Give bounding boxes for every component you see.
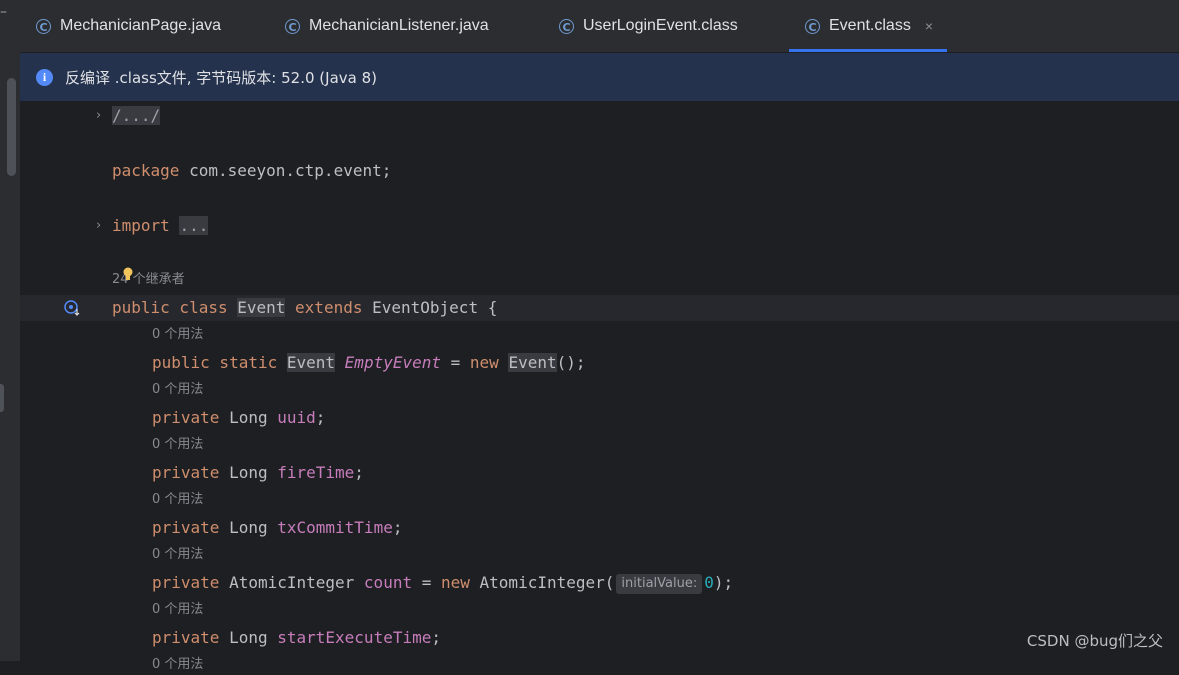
- expand-fold-icon[interactable]: ›: [96, 213, 101, 239]
- field-modifiers: private: [152, 573, 230, 592]
- usage-hint[interactable]: 0 个用法: [152, 325, 203, 345]
- tab-label: Event.class: [829, 17, 911, 34]
- number-literal: 0: [704, 573, 714, 592]
- field-line: public static Event EmptyEvent = new Eve…: [152, 350, 586, 376]
- field-name[interactable]: count: [364, 573, 412, 592]
- field-type[interactable]: Long: [229, 463, 277, 482]
- tab-label: UserLoginEvent.class: [583, 17, 738, 34]
- header-fold-line[interactable]: /.../: [112, 103, 161, 129]
- field-type[interactable]: Event: [286, 353, 336, 372]
- overridden-by-icon[interactable]: [64, 300, 80, 316]
- side-panel-handle[interactable]: [0, 384, 4, 412]
- class-keywords: public class: [112, 298, 238, 317]
- field-name[interactable]: txCommitTime: [277, 518, 393, 537]
- field-type[interactable]: Long: [229, 628, 277, 647]
- field-name[interactable]: EmptyEvent: [345, 353, 441, 372]
- watermark: CSDN @bug们之父: [1026, 632, 1163, 650]
- new-keyword: new: [469, 353, 509, 372]
- class-file-icon: C: [285, 18, 300, 34]
- lightbulb-icon[interactable]: [123, 267, 133, 281]
- field-type[interactable]: Long: [229, 518, 277, 537]
- class-name[interactable]: Event: [237, 298, 286, 317]
- left-tool-strip: –: [0, 0, 20, 661]
- statement-end: );: [713, 573, 734, 592]
- close-tab-icon[interactable]: ×: [925, 18, 933, 34]
- usage-hint[interactable]: 0 个用法: [152, 380, 203, 400]
- extends-keyword: extends: [285, 298, 373, 317]
- active-tab-indicator: [789, 49, 947, 52]
- superclass[interactable]: EventObject {: [372, 298, 497, 317]
- assign-op: =: [441, 353, 470, 372]
- class-file-icon: C: [559, 18, 574, 34]
- usage-hint[interactable]: 0 个用法: [152, 655, 203, 675]
- constructor-call[interactable]: AtomicInteger(: [480, 573, 615, 592]
- field-line: private Long startExecuteTime;: [152, 625, 441, 651]
- field-modifiers: private: [152, 628, 230, 647]
- field-type[interactable]: Long: [229, 408, 277, 427]
- collapse-arrow-icon[interactable]: –: [0, 4, 7, 20]
- field-modifiers: private: [152, 463, 230, 482]
- expand-fold-icon[interactable]: ›: [96, 103, 101, 129]
- new-keyword: new: [441, 573, 480, 592]
- constructor-call[interactable]: Event: [508, 353, 557, 372]
- field-name[interactable]: uuid: [277, 408, 316, 427]
- usage-hint[interactable]: 0 个用法: [152, 435, 203, 455]
- statement-end: ;: [431, 628, 441, 647]
- folded-header[interactable]: /.../: [112, 106, 161, 125]
- tab-mechanician-page[interactable]: C MechanicianPage.java: [36, 0, 221, 52]
- banner-text: 反编译 .class文件, 字节码版本: 52.0 (Java 8): [65, 68, 377, 87]
- tab-label: MechanicianPage.java: [60, 17, 221, 34]
- field-line: private Long fireTime;: [152, 460, 364, 486]
- import-keyword: import: [112, 216, 170, 235]
- field-name[interactable]: fireTime: [277, 463, 354, 482]
- parameter-inlay-hint: initialValue:: [616, 574, 703, 594]
- statement-end: ;: [354, 463, 364, 482]
- statement-end: ();: [556, 353, 586, 372]
- field-name[interactable]: startExecuteTime: [277, 628, 431, 647]
- field-line: private Long txCommitTime;: [152, 515, 402, 541]
- field-modifiers: public static: [152, 353, 287, 372]
- package-keyword: package: [112, 161, 180, 180]
- statement-end: ;: [315, 408, 326, 427]
- field-line: private AtomicInteger count = new Atomic…: [152, 570, 733, 596]
- class-file-icon: C: [36, 18, 51, 34]
- package-name: com.seeyon.ctp.event;: [179, 161, 392, 180]
- statement-end: ;: [392, 518, 403, 537]
- usage-hint[interactable]: 0 个用法: [152, 545, 203, 565]
- tab-user-login-event[interactable]: C UserLoginEvent.class: [559, 0, 738, 52]
- field-line: private Long uuid;: [152, 405, 325, 431]
- field-type[interactable]: AtomicInteger: [229, 573, 364, 592]
- tab-label: MechanicianListener.java: [309, 17, 489, 34]
- field-modifiers: private: [152, 518, 230, 537]
- info-icon: i: [36, 68, 53, 86]
- class-file-icon: C: [805, 18, 820, 34]
- usage-hint[interactable]: 0 个用法: [152, 600, 203, 620]
- tab-mechanician-listener[interactable]: C MechanicianListener.java: [285, 0, 489, 52]
- folded-imports[interactable]: ...: [179, 216, 209, 235]
- class-declaration-line: public class Event extends EventObject {: [112, 295, 497, 321]
- assign-op: =: [412, 573, 441, 592]
- decompiled-info-banner: i 反编译 .class文件, 字节码版本: 52.0 (Java 8): [20, 53, 1179, 102]
- editor-tab-bar: C MechanicianPage.java C MechanicianList…: [20, 0, 1179, 53]
- code-editor[interactable]: › /.../ package com.seeyon.ctp.event; › …: [20, 101, 1179, 672]
- import-line: import ...: [112, 213, 209, 239]
- project-scrollbar-thumb[interactable]: [7, 78, 16, 176]
- tab-event-class[interactable]: C Event.class ×: [789, 0, 947, 52]
- field-modifiers: private: [152, 408, 230, 427]
- usage-hint[interactable]: 0 个用法: [152, 490, 203, 510]
- package-line: package com.seeyon.ctp.event;: [112, 158, 391, 184]
